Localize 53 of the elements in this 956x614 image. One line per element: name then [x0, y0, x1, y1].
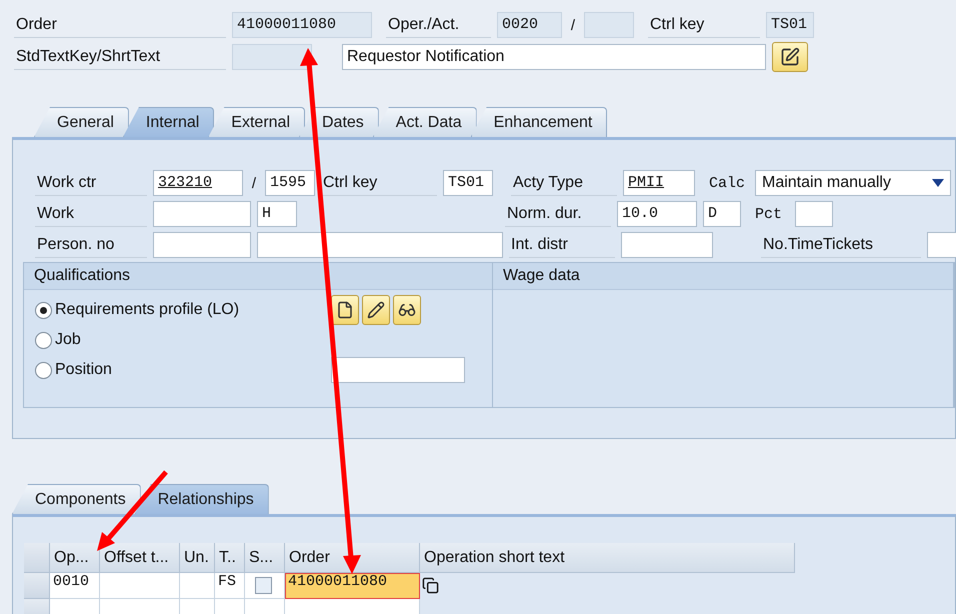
group-title: Wage data: [493, 263, 953, 290]
field-label: Ctrl key: [321, 170, 437, 196]
field-label: StdTextKey/ShrtText: [14, 44, 226, 70]
tab[interactable]: Relationships: [134, 484, 269, 514]
tab[interactable]: Act. Data: [372, 107, 477, 137]
tab[interactable]: General: [34, 107, 129, 137]
field-label: Person. no: [35, 232, 147, 258]
order-field: 41000011080: [232, 12, 372, 38]
field-label: Calc: [709, 174, 746, 192]
field-label: Oper./Act.: [386, 12, 491, 38]
column-header[interactable]: Order: [285, 543, 420, 573]
field-label: No.TimeTickets: [761, 232, 921, 258]
separator: /: [250, 174, 258, 192]
control-key-field[interactable]: TS01: [443, 170, 493, 196]
field-label: Work ctr: [35, 170, 147, 196]
table-cell: 0010: [50, 573, 100, 599]
radio-label: Position: [55, 361, 112, 379]
group-title: Qualifications: [24, 263, 492, 290]
column-header[interactable]: Un.: [180, 543, 215, 573]
radio-button[interactable]: Requirements profile (LO): [35, 295, 325, 325]
tab[interactable]: Internal: [122, 107, 214, 137]
table-cell[interactable]: 41000011080: [285, 573, 420, 599]
radio-label: Job: [55, 331, 81, 349]
activity-type-field[interactable]: PMII: [623, 170, 695, 196]
radio-label: Requirements profile (LO): [55, 301, 240, 319]
short-text-field[interactable]: Requestor Notification: [342, 44, 766, 70]
field-label: Work: [35, 201, 147, 227]
tab[interactable]: External: [208, 107, 305, 137]
radio-button[interactable]: Job: [35, 325, 325, 355]
work-center-field[interactable]: 323210: [153, 170, 243, 196]
field-label: Acty Type: [511, 170, 617, 196]
tab[interactable]: Enhancement: [470, 107, 608, 137]
separator: /: [570, 16, 576, 34]
duration-field[interactable]: 10.0: [617, 201, 697, 227]
control-key-field: TS01: [766, 12, 814, 38]
work-unit-field[interactable]: H: [257, 201, 297, 227]
column-header[interactable]: Offset t...: [100, 543, 180, 573]
tab[interactable]: Components: [12, 484, 141, 514]
field-label: Ctrl key: [648, 12, 760, 38]
column-header[interactable]: Operation short text: [420, 543, 795, 573]
table-cell: FS: [215, 573, 245, 599]
field-label: Norm. dur.: [505, 201, 611, 227]
column-header[interactable]: S...: [245, 543, 285, 573]
calculation-dropdown[interactable]: Maintain manually: [755, 170, 951, 196]
field-label: Order: [14, 12, 226, 38]
field-label: Pct: [755, 206, 784, 222]
column-header[interactable]: T..: [215, 543, 245, 573]
duration-unit-field[interactable]: D: [703, 201, 741, 227]
column-header[interactable]: Op...: [50, 543, 100, 573]
field-label: Int. distr: [509, 232, 615, 258]
radio-button[interactable]: Position: [35, 355, 325, 385]
plant-field[interactable]: 1595: [265, 170, 315, 196]
operation-field: 0020: [497, 12, 562, 38]
